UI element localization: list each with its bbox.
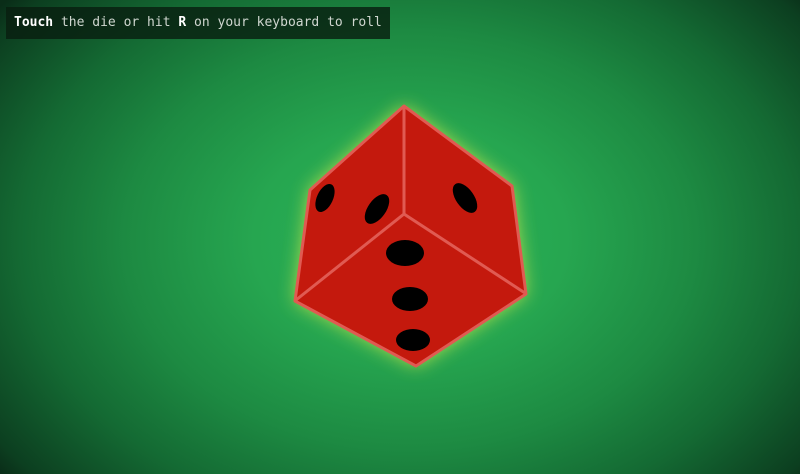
pip [386,240,424,266]
pip [392,287,428,311]
die-svg [293,104,528,368]
die-area [0,0,800,474]
pip [396,329,430,351]
die[interactable] [293,104,528,368]
